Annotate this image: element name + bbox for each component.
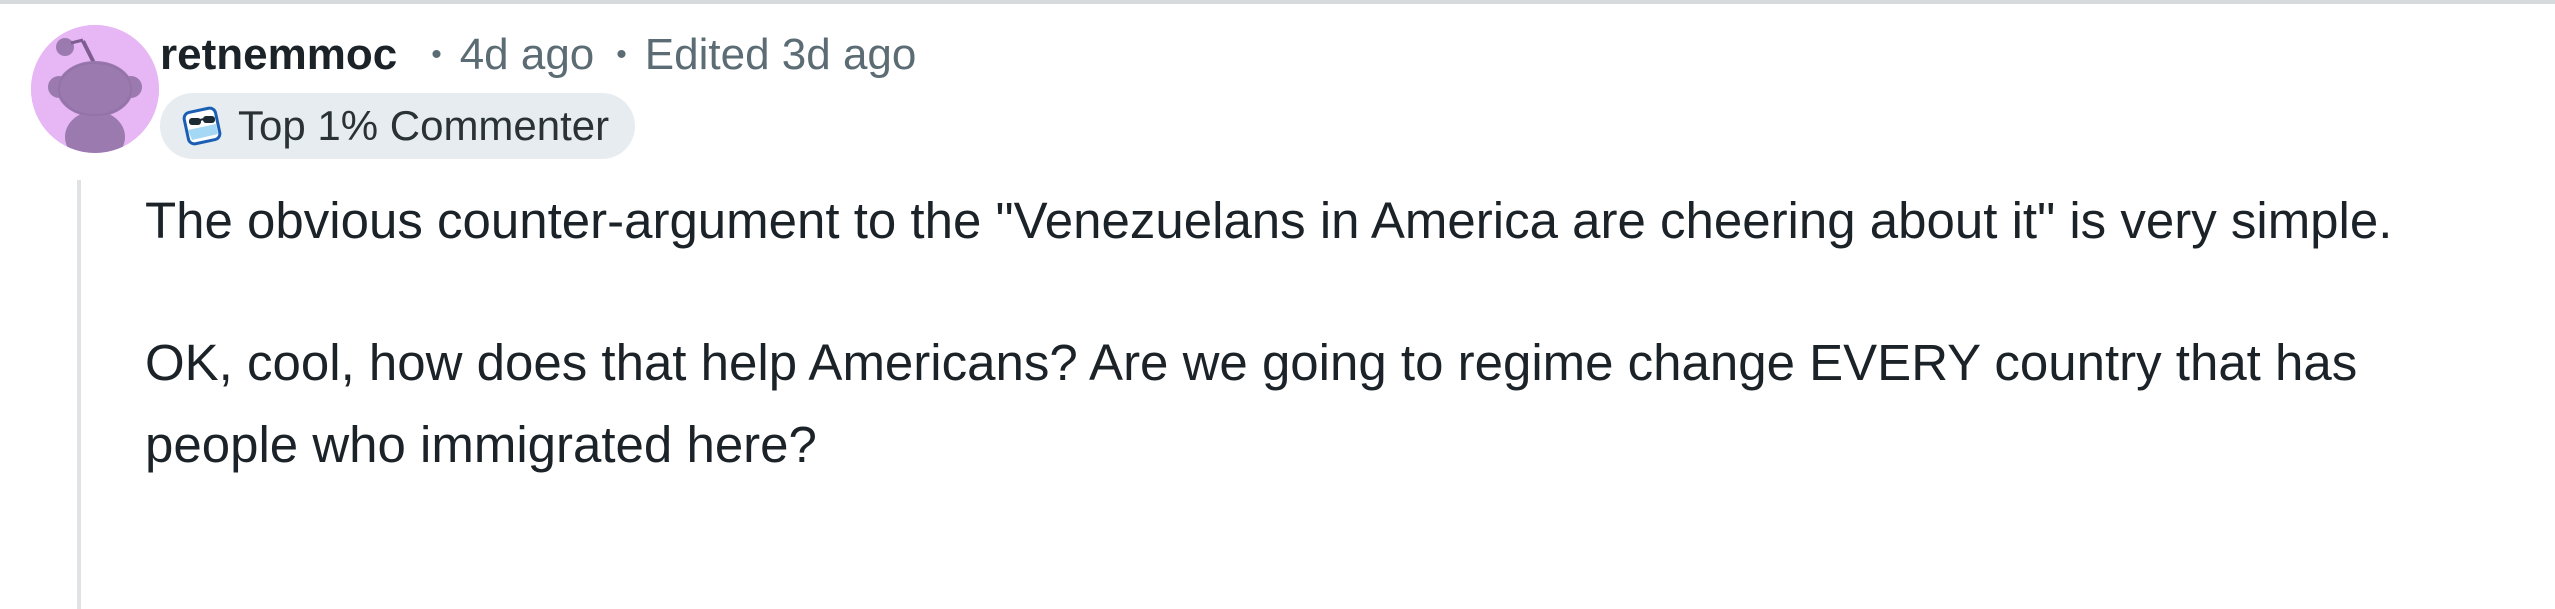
flair-label: Top 1% Commenter	[238, 102, 610, 149]
snoo-avatar-icon	[31, 25, 159, 153]
comment-meta: retnemmoc • 4d ago • Edited 3d ago	[160, 22, 916, 88]
sunglasses-badge-icon	[180, 104, 224, 148]
meta-separator: •	[616, 38, 627, 71]
comment-paragraph: OK, cool, how does that help Americans? …	[145, 334, 2358, 473]
user-flair: Top 1% Commenter	[160, 93, 636, 159]
posted-time[interactable]: 4d ago	[460, 30, 595, 80]
comment-paragraph: The obvious counter-argument to the "Ven…	[145, 192, 2393, 249]
comment-body: The obvious counter-argument to the "Ven…	[145, 180, 2475, 486]
meta-separator: •	[431, 38, 442, 71]
author-username[interactable]: retnemmoc	[160, 30, 397, 80]
edited-time: Edited 3d ago	[644, 30, 917, 79]
avatar[interactable]	[31, 25, 159, 153]
comment: retnemmoc • 4d ago • Edited 3d ago Top 1…	[0, 0, 2555, 609]
thread-collapse-line[interactable]	[77, 180, 81, 609]
